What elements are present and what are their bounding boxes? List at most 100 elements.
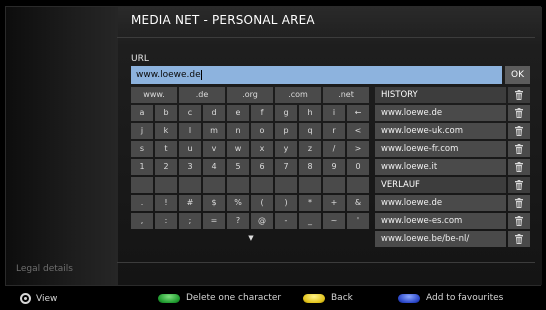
key[interactable]: 9 xyxy=(323,159,345,175)
key-domain[interactable]: .de xyxy=(179,87,225,103)
key[interactable]: 6 xyxy=(251,159,273,175)
history-item[interactable]: www.loewe.it xyxy=(375,159,530,175)
key[interactable] xyxy=(179,177,201,193)
key[interactable]: q xyxy=(299,123,321,139)
key[interactable]: 1 xyxy=(131,159,153,175)
key[interactable]: * xyxy=(299,195,321,211)
trash-icon[interactable] xyxy=(508,177,530,193)
key[interactable]: r xyxy=(323,123,345,139)
key[interactable] xyxy=(323,177,345,193)
url-input[interactable]: www.loewe.de xyxy=(131,66,502,84)
key[interactable] xyxy=(275,177,297,193)
key[interactable]: + xyxy=(323,195,345,211)
key-domain[interactable]: .net xyxy=(323,87,369,103)
key[interactable]: 2 xyxy=(155,159,177,175)
key[interactable]: - xyxy=(275,213,297,229)
key[interactable]: / xyxy=(323,141,345,157)
trash-icon[interactable] xyxy=(508,213,530,229)
trash-icon[interactable] xyxy=(508,105,530,121)
key[interactable]: g xyxy=(275,105,297,121)
key[interactable]: m xyxy=(203,123,225,139)
key[interactable]: 8 xyxy=(299,159,321,175)
key[interactable]: 7 xyxy=(275,159,297,175)
key[interactable]: a xyxy=(131,105,153,121)
key[interactable]: . xyxy=(131,195,153,211)
key[interactable]: w xyxy=(227,141,249,157)
key[interactable] xyxy=(131,177,153,193)
ok-button[interactable]: OK xyxy=(505,66,530,84)
history-item[interactable]: www.loewe-es.com xyxy=(375,213,530,229)
key[interactable]: x xyxy=(251,141,273,157)
key[interactable]: & xyxy=(347,195,369,211)
key[interactable] xyxy=(251,177,273,193)
key[interactable]: ~ xyxy=(323,213,345,229)
footer-favourites[interactable]: Add to favourites xyxy=(398,293,503,303)
key[interactable]: ) xyxy=(275,195,297,211)
key[interactable]: % xyxy=(227,195,249,211)
history-item[interactable]: www.loewe-fr.com xyxy=(375,141,530,157)
key[interactable]: # xyxy=(179,195,201,211)
key-domain[interactable]: .com xyxy=(275,87,321,103)
key[interactable]: p xyxy=(275,123,297,139)
key[interactable]: ; xyxy=(179,213,201,229)
chevron-down-icon[interactable]: ▼ xyxy=(131,231,371,247)
trash-icon[interactable] xyxy=(508,141,530,157)
key[interactable]: 3 xyxy=(179,159,201,175)
key[interactable]: b xyxy=(155,105,177,121)
trash-icon[interactable] xyxy=(508,195,530,211)
key[interactable] xyxy=(227,177,249,193)
key[interactable]: = xyxy=(203,213,225,229)
key[interactable]: t xyxy=(155,141,177,157)
key[interactable]: ? xyxy=(227,213,249,229)
history-item[interactable]: www.loewe.be/be-nl/ xyxy=(375,231,530,247)
key[interactable]: : xyxy=(155,213,177,229)
key[interactable]: h xyxy=(299,105,321,121)
key[interactable]: o xyxy=(251,123,273,139)
key[interactable] xyxy=(155,177,177,193)
footer-delete[interactable]: Delete one character xyxy=(158,293,281,303)
key[interactable]: < xyxy=(347,123,369,139)
key[interactable]: l xyxy=(179,123,201,139)
key[interactable]: > xyxy=(347,141,369,157)
trash-icon[interactable] xyxy=(508,123,530,139)
footer-view[interactable]: View xyxy=(20,293,57,304)
history-item[interactable]: www.loewe-uk.com xyxy=(375,123,530,139)
key[interactable]: s xyxy=(131,141,153,157)
key[interactable]: f xyxy=(251,105,273,121)
key[interactable]: 4 xyxy=(203,159,225,175)
history-item[interactable]: www.loewe.de xyxy=(375,105,530,121)
key[interactable]: v xyxy=(203,141,225,157)
history-url[interactable]: www.loewe-fr.com xyxy=(375,141,506,157)
footer-back[interactable]: Back xyxy=(303,293,353,303)
history-item[interactable]: www.loewe.de xyxy=(375,195,530,211)
key[interactable]: ( xyxy=(251,195,273,211)
key[interactable]: z xyxy=(299,141,321,157)
key[interactable] xyxy=(203,177,225,193)
key[interactable]: e xyxy=(227,105,249,121)
key[interactable]: 0 xyxy=(347,159,369,175)
history-url[interactable]: www.loewe-es.com xyxy=(375,213,506,229)
key[interactable] xyxy=(347,177,369,193)
key[interactable]: $ xyxy=(203,195,225,211)
history-url[interactable]: www.loewe.be/be-nl/ xyxy=(375,231,506,247)
key[interactable]: d xyxy=(203,105,225,121)
key-domain[interactable]: www. xyxy=(131,87,177,103)
key[interactable]: j xyxy=(131,123,153,139)
key[interactable]: @ xyxy=(251,213,273,229)
legal-details-link[interactable]: Legal details xyxy=(16,264,73,274)
trash-icon[interactable] xyxy=(508,87,530,103)
key[interactable]: 5 xyxy=(227,159,249,175)
key-domain[interactable]: .org xyxy=(227,87,273,103)
key[interactable]: ! xyxy=(155,195,177,211)
key[interactable]: y xyxy=(275,141,297,157)
key[interactable] xyxy=(299,177,321,193)
history-url[interactable]: www.loewe.de xyxy=(375,105,506,121)
history-url[interactable]: www.loewe.de xyxy=(375,195,506,211)
key[interactable]: , xyxy=(131,213,153,229)
trash-icon[interactable] xyxy=(508,231,530,247)
history-url[interactable]: www.loewe.it xyxy=(375,159,506,175)
key[interactable]: u xyxy=(179,141,201,157)
key[interactable]: ← xyxy=(347,105,369,121)
trash-icon[interactable] xyxy=(508,159,530,175)
key[interactable]: k xyxy=(155,123,177,139)
